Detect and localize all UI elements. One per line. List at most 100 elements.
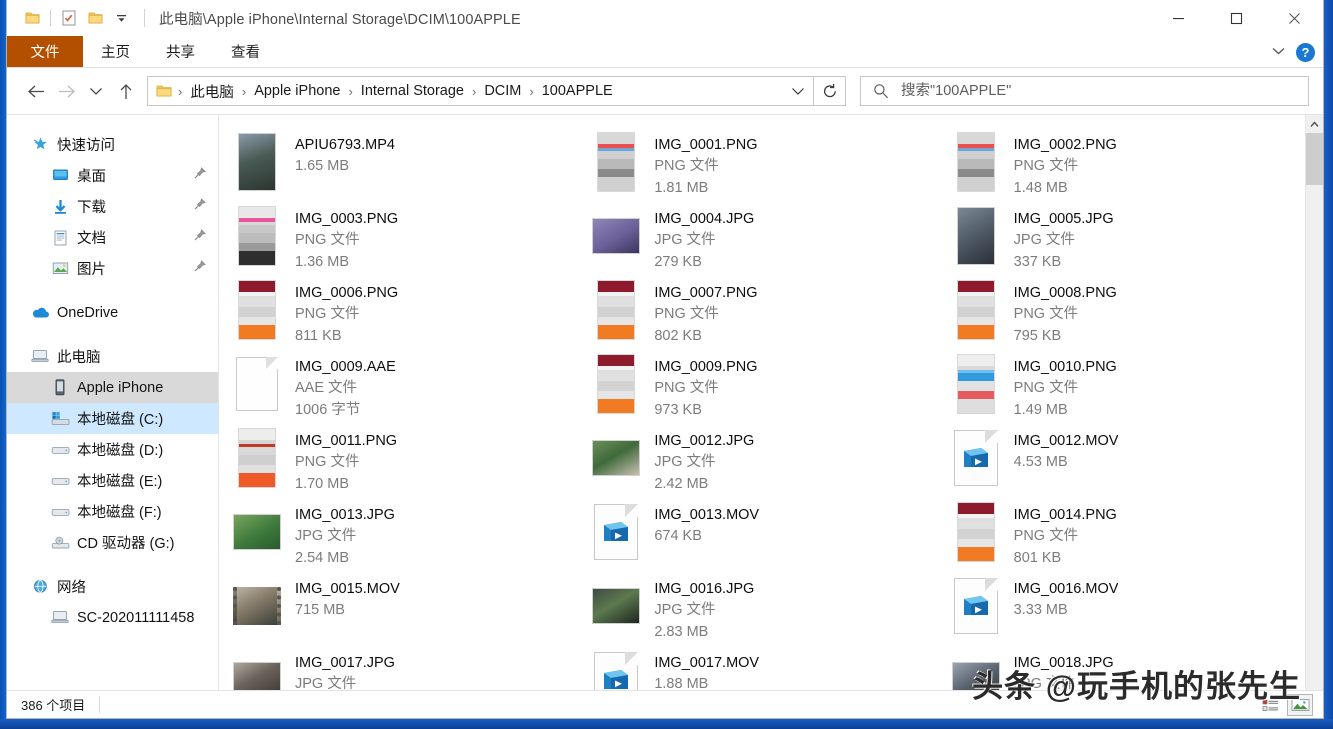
windows-drive-icon (49, 409, 71, 429)
sidebar-item-desktop[interactable]: 桌面 (7, 160, 218, 191)
close-button[interactable] (1265, 0, 1323, 36)
breadcrumb-separator[interactable]: › (238, 84, 250, 99)
scrollbar-thumb[interactable] (1306, 133, 1323, 185)
breadcrumb-item-100apple[interactable]: 100APPLE (538, 81, 617, 101)
file-tile[interactable]: IMG_0006.PNGPNG 文件811 KB (227, 277, 586, 351)
file-tile[interactable]: IMG_0003.PNGPNG 文件1.36 MB (227, 203, 586, 277)
file-tile[interactable]: IMG_0005.JPGJPG 文件337 KB (946, 203, 1305, 277)
sidebar-item-network[interactable]: 网络 (7, 571, 218, 602)
file-tile[interactable]: IMG_0017.MOV1.88 MB (586, 647, 945, 690)
tab-share[interactable]: 共享 (148, 36, 213, 67)
file-size: 2.83 MB (654, 621, 754, 643)
file-tile[interactable]: IMG_0011.PNGPNG 文件1.70 MB (227, 425, 586, 499)
tab-view[interactable]: 查看 (213, 36, 278, 67)
file-tile[interactable]: IMG_0010.PNGPNG 文件1.49 MB (946, 351, 1305, 425)
breadcrumb-item-dcim[interactable]: DCIM (480, 81, 525, 101)
sidebar-item-downloads[interactable]: 下载 (7, 191, 218, 222)
recent-locations-button[interactable] (81, 76, 111, 106)
thumbnail-image (597, 280, 635, 340)
sidebar-item-local-disk-f[interactable]: 本地磁盘 (F:) (7, 496, 218, 527)
pin-icon[interactable] (193, 198, 206, 215)
video-file-icon (954, 430, 998, 486)
file-tile[interactable]: IMG_0018.JPGJPG 文件 (946, 647, 1305, 690)
file-tile[interactable]: IMG_0016.MOV3.33 MB (946, 573, 1305, 647)
file-tile[interactable]: IMG_0008.PNGPNG 文件795 KB (946, 277, 1305, 351)
file-tile[interactable]: IMG_0015.MOV715 MB (227, 573, 586, 647)
download-icon (49, 197, 71, 217)
up-button[interactable] (111, 76, 141, 106)
properties-icon[interactable] (56, 6, 82, 30)
file-name: IMG_0018.JPG (1014, 653, 1114, 673)
sidebar-item-documents[interactable]: 文档 (7, 222, 218, 253)
breadcrumb-separator[interactable]: › (174, 84, 186, 99)
file-tile[interactable]: IMG_0001.PNGPNG 文件1.81 MB (586, 129, 945, 203)
file-tile[interactable]: IMG_0014.PNGPNG 文件801 KB (946, 499, 1305, 573)
file-tile[interactable]: APIU6793.MP41.65 MB (227, 129, 586, 203)
details-view-button[interactable] (1257, 694, 1283, 716)
new-folder-icon[interactable] (82, 6, 108, 30)
file-tile[interactable]: IMG_0009.AAEAAE 文件1006 字节 (227, 351, 586, 425)
tab-file[interactable]: 文件 (7, 36, 83, 67)
sidebar-item-apple-iphone[interactable]: Apple iPhone (7, 372, 218, 403)
file-tile[interactable]: IMG_0004.JPGJPG 文件279 KB (586, 203, 945, 277)
pin-icon[interactable] (193, 229, 206, 246)
help-icon[interactable]: ? (1296, 43, 1315, 62)
sidebar-item-local-disk-c[interactable]: 本地磁盘 (C:) (7, 403, 218, 434)
search-input[interactable] (899, 82, 1308, 100)
file-tile[interactable]: IMG_0013.MOV674 KB (586, 499, 945, 573)
file-name: IMG_0016.MOV (1014, 579, 1119, 599)
breadcrumb-dropdown-icon[interactable] (785, 78, 811, 104)
file-tile[interactable]: IMG_0013.JPGJPG 文件2.54 MB (227, 499, 586, 573)
file-type: JPG 文件 (654, 229, 754, 251)
vertical-scrollbar[interactable] (1305, 115, 1323, 690)
video-file-icon (594, 504, 638, 560)
search-box[interactable] (860, 76, 1309, 106)
file-type: PNG 文件 (295, 303, 398, 325)
file-type: PNG 文件 (295, 451, 397, 473)
breadcrumb-item-internal-storage[interactable]: Internal Storage (357, 81, 468, 101)
file-tile[interactable]: IMG_0007.PNGPNG 文件802 KB (586, 277, 945, 351)
sidebar-item-cd-drive-g[interactable]: CD 驱动器 (G:) (7, 527, 218, 558)
sidebar-item-local-disk-d[interactable]: 本地磁盘 (D:) (7, 434, 218, 465)
status-bar: 386 个项目 (7, 690, 1323, 718)
minimize-button[interactable] (1149, 0, 1207, 36)
back-button[interactable] (21, 76, 51, 106)
file-type: JPG 文件 (1014, 229, 1114, 251)
pin-icon[interactable] (193, 260, 206, 277)
file-tile[interactable]: IMG_0012.JPGJPG 文件2.42 MB (586, 425, 945, 499)
breadcrumb-item-this-pc[interactable]: 此电脑 (186, 79, 238, 104)
file-tile[interactable]: IMG_0012.MOV4.53 MB (946, 425, 1305, 499)
breadcrumb-separator[interactable]: › (344, 84, 356, 99)
sidebar-item-pictures[interactable]: 图片 (7, 253, 218, 284)
chevron-down-icon[interactable] (1271, 43, 1286, 61)
drive-icon (49, 440, 71, 460)
sidebar-item-this-pc[interactable]: 此电脑 (7, 341, 218, 372)
file-tile[interactable]: IMG_0017.JPGJPG 文件 (227, 647, 586, 690)
customize-dropdown-icon[interactable] (108, 6, 134, 30)
forward-button[interactable] (51, 76, 81, 106)
pin-icon[interactable] (193, 167, 206, 184)
file-tile[interactable]: IMG_0016.JPGJPG 文件2.83 MB (586, 573, 945, 647)
breadcrumb-folder-icon (156, 84, 172, 98)
breadcrumb-item-apple-iphone[interactable]: Apple iPhone (250, 81, 344, 101)
breadcrumb-separator[interactable]: › (525, 84, 537, 99)
thumbnail-image (957, 354, 995, 414)
scroll-up-icon[interactable] (1306, 115, 1323, 133)
generic-file-icon (236, 357, 278, 411)
tab-home[interactable]: 主页 (83, 36, 148, 67)
large-icons-view-button[interactable] (1287, 694, 1313, 716)
file-name: IMG_0011.PNG (295, 431, 397, 451)
file-name: IMG_0008.PNG (1014, 283, 1117, 303)
maximize-button[interactable] (1207, 0, 1265, 36)
file-tile[interactable]: IMG_0009.PNGPNG 文件973 KB (586, 351, 945, 425)
sidebar-item-local-disk-e[interactable]: 本地磁盘 (E:) (7, 465, 218, 496)
refresh-button[interactable] (814, 76, 846, 106)
sidebar-item-onedrive[interactable]: OneDrive (7, 297, 218, 328)
breadcrumb[interactable]: › 此电脑 › Apple iPhone › Internal Storage … (147, 76, 814, 106)
sidebar-item-quick-access[interactable]: 快速访问 (7, 129, 218, 160)
file-tile[interactable]: IMG_0002.PNGPNG 文件1.48 MB (946, 129, 1305, 203)
breadcrumb-separator[interactable]: › (468, 84, 480, 99)
sidebar-item-network-computer[interactable]: SC-202011111458 (7, 602, 218, 633)
folder-icon[interactable] (19, 6, 45, 30)
file-size: 337 KB (1014, 251, 1114, 273)
